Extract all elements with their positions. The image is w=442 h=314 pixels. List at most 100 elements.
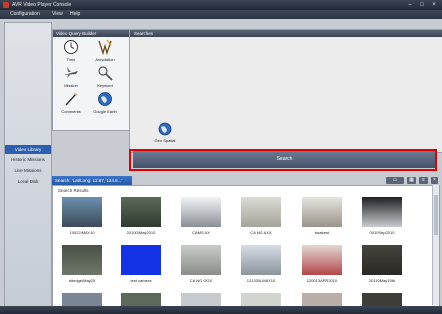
thumbnail-image [121, 197, 161, 227]
results-panel: Search Results 10022/MAY10 20100/May2010 C… [52, 185, 440, 307]
keyword-button[interactable]: Keyword [91, 65, 119, 89]
menu-configuration[interactable]: Configuration [10, 11, 40, 17]
nav-historic-missions[interactable]: Historic Missions [5, 155, 51, 164]
result-thumbnail[interactable] [362, 197, 402, 227]
search-area: Searches Geo Spatial [129, 29, 442, 153]
result-thumbnail[interactable] [302, 293, 342, 306]
results-close-button[interactable]: × [431, 177, 438, 184]
thumbnail-caption: CA NG GGX [189, 278, 213, 283]
annotation-label: Annotation [95, 57, 115, 62]
result-thumbnail[interactable] [181, 245, 221, 275]
thumbnail-caption: 20100/May2010 [126, 230, 156, 235]
menu-view[interactable]: View [52, 11, 63, 17]
close-button[interactable]: × [428, 1, 440, 9]
globe-icon [98, 92, 112, 106]
thumbnail-image [181, 197, 221, 227]
result-thumbnail[interactable] [362, 293, 402, 306]
thumbnail-caption: 10022/MAY10 [69, 230, 95, 235]
nav-live-missions[interactable]: Live Missions [5, 166, 51, 175]
results-grid-button[interactable]: ▦ [407, 177, 416, 184]
result-thumbnail[interactable] [241, 197, 281, 227]
thumbnail-caption: CA NG AXX [250, 230, 272, 235]
results-header: Search Results [58, 188, 89, 193]
geo-spatial-query[interactable]: Geo Spatial [150, 122, 180, 144]
result-thumbnail[interactable] [121, 293, 161, 306]
thumbnail-image [302, 245, 342, 275]
geo-spatial-label: Geo Spatial [154, 138, 176, 143]
google-earth-button[interactable]: Google Earth [91, 91, 119, 115]
thumbnail-caption: bitedge/May25 [68, 278, 96, 283]
google-earth-label: Google Earth [93, 109, 117, 114]
result-thumbnail[interactable] [181, 293, 221, 306]
thumbnail-caption: 0010Sep2010 [369, 230, 395, 235]
thumbnail-image [241, 197, 281, 227]
thumbnail-caption: 120013APR2010 [306, 278, 338, 283]
results-scrollbar[interactable] [432, 185, 439, 305]
thumbnail-image [181, 245, 221, 275]
keyword-icon [98, 66, 113, 81]
app-window: AVR Video Player Console – □ × Configura… [0, 0, 442, 314]
menu-help[interactable]: Help [70, 11, 80, 17]
thumbnail-image [121, 293, 161, 306]
result-thumbnail[interactable] [121, 197, 161, 227]
menu-bar: Configuration View Help [0, 10, 442, 19]
thumbnail-image [62, 293, 102, 306]
thumbnail-caption: boatrest [314, 230, 330, 235]
thumbnail-caption: 20110May15th [368, 278, 396, 283]
result-thumbnail[interactable] [181, 197, 221, 227]
results-list-button[interactable]: ≡ [419, 177, 428, 184]
thumbnail-caption: 121330LMAY10 [246, 278, 276, 283]
thumbnail-image [302, 197, 342, 227]
mission-icon [64, 67, 78, 78]
annotation-button[interactable]: Annotation [91, 39, 119, 63]
comments-label: Comments [61, 109, 81, 114]
comments-icon [65, 93, 77, 106]
thumbnail-image [241, 293, 281, 306]
nav-video-library[interactable]: Video Library [5, 145, 51, 154]
thumbnail-image [121, 245, 161, 275]
result-thumbnail[interactable] [121, 245, 161, 275]
results-view-button[interactable]: ▭ [386, 177, 404, 184]
thumbnail-image [241, 245, 281, 275]
search-results-tab[interactable]: Search: 'Lat/Long: 12.87, 124.8...' [52, 176, 132, 185]
left-navigation: Video Library Historic Missions Live Mis… [4, 22, 52, 308]
thumbnail-image [362, 197, 402, 227]
result-thumbnail[interactable] [302, 197, 342, 227]
highlight-box [129, 149, 437, 171]
result-thumbnail[interactable] [241, 293, 281, 306]
thumbnail-caption: test camera [130, 278, 152, 283]
result-thumbnail[interactable] [62, 197, 102, 227]
app-icon [3, 2, 9, 8]
time-label: Time [66, 57, 76, 62]
thumbnail-image [62, 197, 102, 227]
comments-button[interactable]: Comments [57, 91, 85, 115]
result-thumbnail[interactable] [362, 245, 402, 275]
results-toolbar: ▭ ▦ ≡ × [386, 176, 438, 185]
result-thumbnail[interactable] [62, 245, 102, 275]
time-button[interactable]: Time [57, 39, 85, 63]
query-builder-panel: Video Query Builder Time Annotation Miss… [52, 29, 130, 131]
annotation-icon [98, 39, 112, 55]
thumbnail-image [362, 293, 402, 306]
mission-label: Mission [64, 83, 78, 88]
title-bar: AVR Video Player Console – □ × [0, 0, 442, 10]
minimize-button[interactable]: – [404, 1, 416, 9]
query-builder-header: Video Query Builder [53, 30, 129, 37]
mission-button[interactable]: Mission [57, 65, 85, 89]
status-bar [0, 306, 442, 314]
result-thumbnail[interactable] [62, 293, 102, 306]
result-thumbnail[interactable] [241, 245, 281, 275]
scrollbar-thumb[interactable] [434, 195, 438, 235]
nav-local-disk[interactable]: Local Disk [5, 177, 51, 186]
thumbnail-caption: CAMS AX [192, 230, 210, 235]
clock-icon [64, 40, 78, 54]
window-title: AVR Video Player Console [12, 2, 72, 8]
thumbnail-image [181, 293, 221, 306]
thumbnail-image [62, 245, 102, 275]
result-thumbnail[interactable] [302, 245, 342, 275]
searches-header: Searches [130, 30, 442, 37]
keyword-label: Keyword [97, 83, 113, 88]
thumbnail-image [302, 293, 342, 306]
globe-icon [158, 122, 172, 136]
maximize-button[interactable]: □ [416, 1, 428, 9]
